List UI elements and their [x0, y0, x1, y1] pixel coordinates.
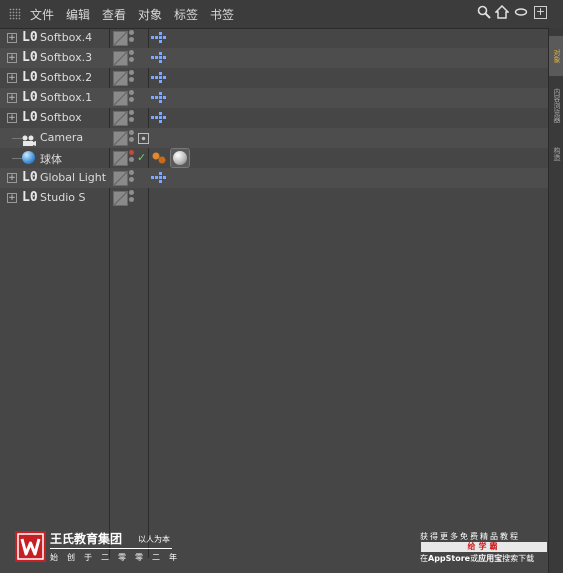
material-tag-icon[interactable]: [170, 148, 190, 168]
menu-objects[interactable]: 对象: [138, 6, 162, 23]
new-window-icon[interactable]: +: [534, 6, 547, 19]
tab-content-browser[interactable]: 内容浏览器: [549, 80, 563, 130]
menu-file[interactable]: 文件: [30, 6, 54, 23]
promo-download-text: 在AppStore或应用宝搜索下载: [420, 554, 535, 563]
light-tag-icon[interactable]: [151, 111, 167, 124]
menu-bookmarks[interactable]: 书签: [210, 6, 234, 23]
layer-color-icon[interactable]: [113, 111, 128, 126]
object-label[interactable]: Camera: [40, 131, 83, 144]
visibility-dots-icon[interactable]: [129, 90, 134, 106]
tree-row-softbox-1[interactable]: + L0 Softbox.1: [0, 88, 548, 108]
layer-color-icon[interactable]: [113, 71, 128, 86]
layer-color-icon[interactable]: [113, 131, 128, 146]
light-tag-icon[interactable]: [151, 171, 167, 184]
light-tag-icon[interactable]: [151, 71, 167, 84]
enabled-check-icon[interactable]: ✓: [137, 151, 146, 164]
null-object-icon: L0: [22, 30, 38, 45]
sphere-icon: [22, 151, 35, 164]
object-label[interactable]: 球体: [40, 151, 62, 167]
expand-icon[interactable]: +: [7, 73, 17, 83]
object-label[interactable]: Softbox.4: [40, 31, 92, 44]
null-object-icon: L0: [22, 110, 38, 125]
brand-slogan: 以人为本: [138, 535, 170, 544]
object-label[interactable]: Softbox.3: [40, 51, 92, 64]
layer-color-icon[interactable]: [113, 171, 128, 186]
visibility-dots-icon[interactable]: [129, 110, 134, 126]
object-label[interactable]: Global Light: [40, 171, 106, 184]
expand-icon[interactable]: +: [7, 173, 17, 183]
layer-color-icon[interactable]: [113, 51, 128, 66]
tree-row-studio-s[interactable]: + L0 Studio S: [0, 188, 548, 208]
promo-text: 获得更多免费精品教程: [420, 532, 520, 541]
camera-icon: [21, 132, 37, 146]
object-label[interactable]: Softbox: [40, 111, 82, 124]
link-icon[interactable]: [514, 5, 528, 24]
tree-row-softbox[interactable]: + L0 Softbox: [0, 108, 548, 128]
expand-icon[interactable]: +: [7, 93, 17, 103]
expand-icon[interactable]: +: [7, 113, 17, 123]
layer-color-icon[interactable]: [113, 151, 128, 166]
visibility-dots-icon[interactable]: [129, 130, 134, 146]
layer-color-icon[interactable]: [113, 91, 128, 106]
menu-tags[interactable]: 标签: [174, 6, 198, 23]
grip-icon[interactable]: [9, 8, 21, 20]
side-tab-bar: 对象 内容浏览器 构造: [548, 28, 563, 573]
null-object-icon: L0: [22, 190, 38, 205]
visibility-dots-icon[interactable]: [129, 170, 134, 186]
object-tree: + L0 Softbox.4 + L0 Softbox.3 + L0 Softb…: [0, 28, 548, 573]
null-object-icon: L0: [22, 170, 38, 185]
light-tag-icon[interactable]: [151, 51, 167, 64]
promo-badge: 给学霸: [421, 542, 547, 552]
tree-row-sphere[interactable]: 球体 ✓: [0, 148, 548, 168]
menu-edit[interactable]: 编辑: [66, 6, 90, 23]
expand-icon[interactable]: +: [7, 53, 17, 63]
search-icon[interactable]: [477, 5, 491, 24]
menu-view[interactable]: 查看: [102, 6, 126, 23]
light-tag-icon[interactable]: [151, 91, 167, 104]
menu-bar: 文件 编辑 查看 对象 标签 书签 +: [0, 0, 563, 29]
phong-tag-icon[interactable]: [151, 150, 167, 166]
target-tag-icon[interactable]: [138, 133, 149, 144]
null-object-icon: L0: [22, 50, 38, 65]
visibility-dots-icon[interactable]: [129, 150, 134, 166]
visibility-dots-icon[interactable]: [129, 30, 134, 46]
brand-name: 王氏教育集团: [50, 532, 123, 546]
null-object-icon: L0: [22, 70, 38, 85]
object-label[interactable]: Softbox.2: [40, 71, 92, 84]
visibility-dots-icon[interactable]: [129, 50, 134, 66]
expand-icon[interactable]: +: [7, 33, 17, 43]
tab-structure[interactable]: 构造: [549, 136, 563, 172]
tree-row-softbox-2[interactable]: + L0 Softbox.2: [0, 68, 548, 88]
light-tag-icon[interactable]: [151, 31, 167, 44]
brand-logo: [15, 531, 46, 562]
visibility-dots-icon[interactable]: [129, 70, 134, 86]
layer-color-icon[interactable]: [113, 31, 128, 46]
tree-row-softbox-3[interactable]: + L0 Softbox.3: [0, 48, 548, 68]
object-label[interactable]: Softbox.1: [40, 91, 92, 104]
object-label[interactable]: Studio S: [40, 191, 86, 204]
visibility-dots-icon[interactable]: [129, 190, 134, 206]
home-icon[interactable]: [494, 4, 510, 24]
expand-icon[interactable]: +: [7, 193, 17, 203]
tree-row-global-light[interactable]: + L0 Global Light: [0, 168, 548, 188]
tab-objects[interactable]: 对象: [549, 36, 563, 76]
tree-row-camera[interactable]: Camera: [0, 128, 548, 148]
tree-row-softbox-4[interactable]: + L0 Softbox.4: [0, 28, 548, 48]
divider: [50, 548, 172, 549]
tree-branch: [12, 158, 22, 159]
layer-color-icon[interactable]: [113, 191, 128, 206]
brand-subtitle: 始创于二零零二年: [50, 553, 186, 562]
null-object-icon: L0: [22, 90, 38, 105]
